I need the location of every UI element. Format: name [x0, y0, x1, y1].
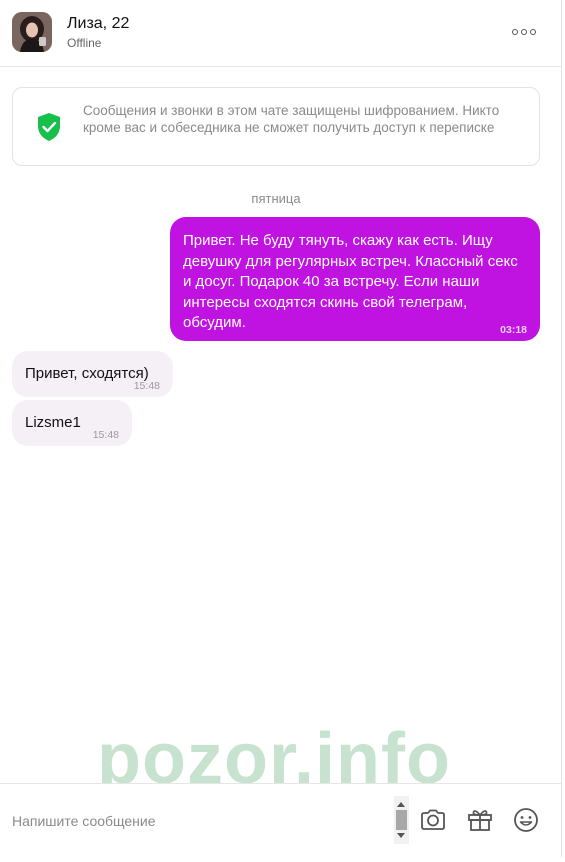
scroll-down-arrow-icon[interactable]: [397, 833, 405, 838]
outgoing-message[interactable]: Привет. Не буду тянуть, скажу как есть. …: [170, 217, 540, 341]
message-time: 03:18: [500, 324, 527, 336]
chat-window: Лиза, 22 Offline Сообщения и звонки в эт…: [0, 0, 562, 857]
shield-check-icon: [38, 113, 60, 141]
message-text: Привет, сходятся): [25, 365, 149, 382]
contact-name[interactable]: Лиза, 22: [67, 15, 129, 33]
message-time: 15:48: [92, 429, 119, 441]
chat-header: Лиза, 22 Offline: [0, 0, 561, 67]
message-input[interactable]: [12, 810, 382, 832]
incoming-message[interactable]: Привет, сходятся) 15:48: [12, 351, 173, 397]
encryption-notice-text: Сообщения и звонки в этом чате защищены …: [83, 103, 500, 135]
date-separator: пятница: [251, 191, 301, 206]
camera-icon: [421, 809, 445, 830]
encryption-notice: Сообщения и звонки в этом чате защищены …: [12, 87, 540, 166]
emoji-icon: [514, 808, 538, 832]
emoji-picker-button[interactable]: [512, 806, 540, 834]
avatar[interactable]: [12, 12, 52, 52]
gift-icon: [468, 810, 492, 831]
scroll-up-arrow-icon[interactable]: [397, 802, 405, 807]
message-text: Привет. Не буду тянуть, скажу как есть. …: [183, 232, 518, 331]
more-horizontal-icon: [512, 29, 518, 35]
scrollbar-thumb[interactable]: [396, 810, 407, 830]
more-horizontal-icon-dot: [530, 29, 536, 35]
send-gift-button[interactable]: [466, 806, 494, 834]
attach-photo-button[interactable]: [419, 806, 447, 834]
message-text: Lizsme1: [25, 414, 81, 431]
contact-status: Offline: [67, 36, 102, 50]
incoming-message[interactable]: Lizsme1 15:48: [12, 400, 132, 446]
composer-scrollbar[interactable]: [394, 796, 409, 844]
more-horizontal-icon-dot: [521, 29, 527, 35]
more-options-button[interactable]: [510, 22, 538, 42]
message-composer: [0, 783, 561, 857]
message-time: 15:48: [133, 380, 160, 392]
